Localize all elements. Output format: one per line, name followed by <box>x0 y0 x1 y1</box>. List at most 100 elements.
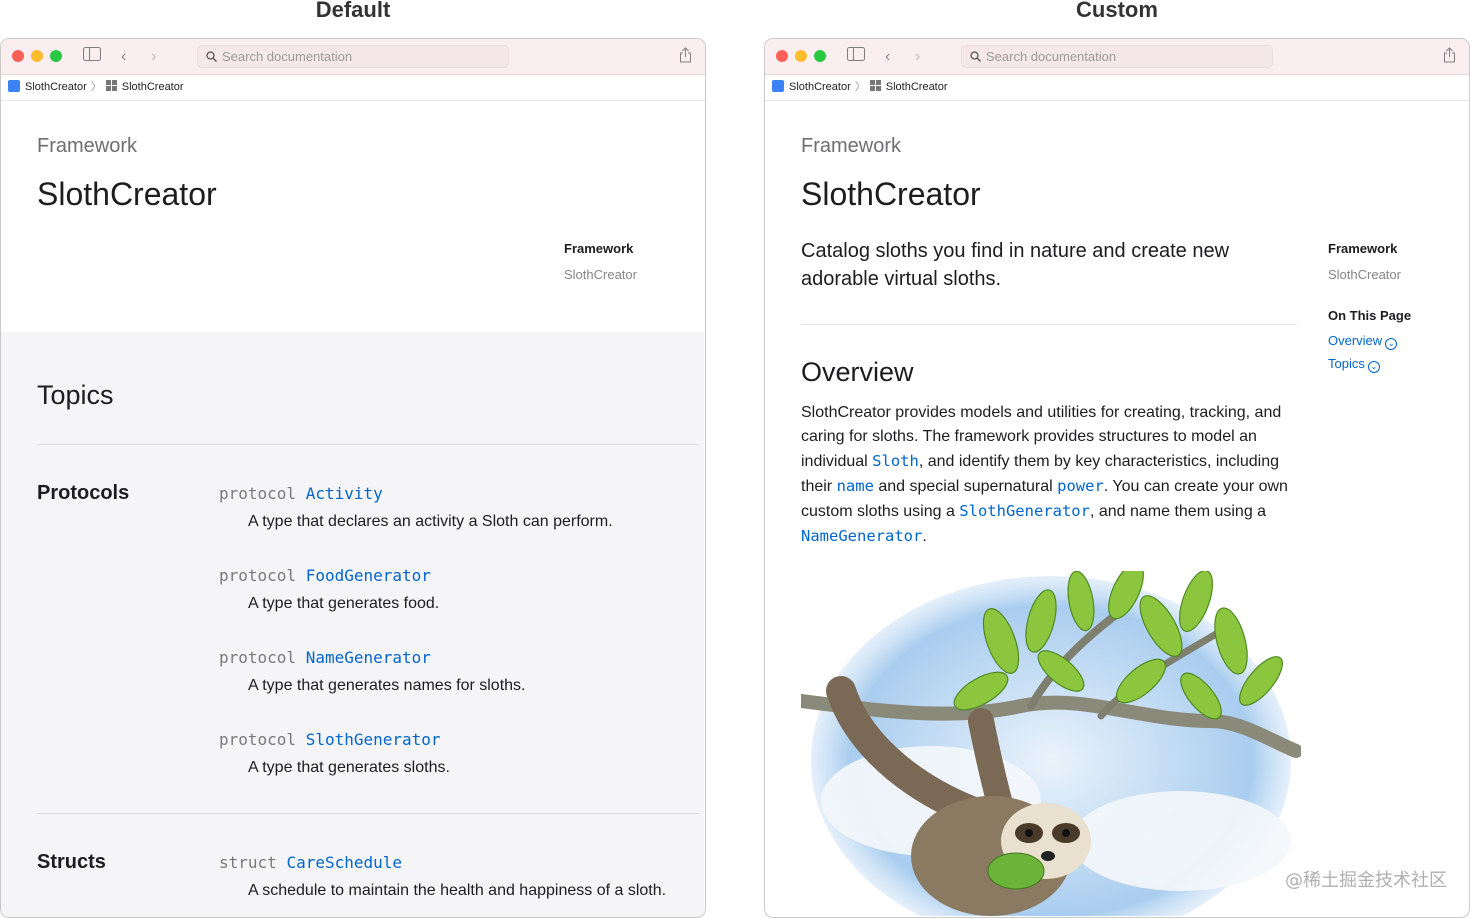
otp-link-label: Topics <box>1328 356 1365 371</box>
back-icon[interactable]: ‹ <box>121 47 126 67</box>
abstract-line: adorable virtual sloths. <box>801 268 1002 290</box>
on-this-page-overview-link[interactable]: Overview ⌄ <box>1328 333 1398 350</box>
text: their <box>801 478 837 495</box>
search-icon <box>970 46 981 69</box>
protocols-heading: Protocols <box>37 482 130 504</box>
close-window-button[interactable] <box>776 50 788 62</box>
search-placeholder: Search documentation <box>222 49 353 64</box>
breadcrumb: SlothCreator 〉 SlothCreator <box>1 75 705 101</box>
chevron-right-icon: 〉 <box>90 81 102 93</box>
symbol-link[interactable]: NameGenerator <box>801 527 922 545</box>
overview-line: individual Sloth, and identify them by k… <box>801 449 1301 474</box>
symbol-keyword: struct <box>219 853 277 872</box>
back-icon[interactable]: ‹ <box>885 47 890 67</box>
abstract-line: Catalog sloths you find in nature and cr… <box>801 240 1230 262</box>
forward-icon[interactable]: › <box>151 47 156 67</box>
search-field[interactable]: Search documentation <box>961 45 1273 68</box>
text: individual <box>801 453 873 470</box>
chevron-down-circle-icon: ⌄ <box>1367 361 1380 373</box>
symbol-link[interactable]: power <box>1057 477 1104 495</box>
page-abstract: Catalog sloths you find in nature and cr… <box>801 237 1229 293</box>
page-eyebrow: Framework <box>37 135 138 157</box>
page-eyebrow: Framework <box>801 135 902 157</box>
divider <box>801 324 1297 325</box>
forward-icon[interactable]: › <box>915 47 920 67</box>
overview-line: SlothCreator provides models and utiliti… <box>801 404 1282 421</box>
symbol-link[interactable]: CareSchedule <box>286 853 402 872</box>
topic-item: protocol Activity A type that declares a… <box>219 484 613 531</box>
breadcrumb-item[interactable]: SlothCreator <box>789 81 851 93</box>
toolbar: ‹ › Search documentation <box>765 39 1469 75</box>
watermark: @稀土掘金技术社区 <box>1285 870 1447 891</box>
breadcrumb-item[interactable]: SlothCreator <box>25 81 87 93</box>
text: , and name them using a <box>1089 503 1267 520</box>
sidebar-framework-value: SlothCreator <box>1328 267 1401 282</box>
page-title: SlothCreator <box>801 176 981 212</box>
minimize-window-button[interactable] <box>31 50 43 62</box>
window-default: ‹ › Search documentation SlothCreator 〉 Sl… <box>0 38 706 918</box>
symbol-keyword: protocol <box>219 730 297 749</box>
toolbar: ‹ › Search documentation <box>1 39 705 75</box>
close-window-button[interactable] <box>12 50 24 62</box>
chevron-right-icon: 〉 <box>854 81 866 93</box>
text: , and identify them by key characteristi… <box>918 453 1279 470</box>
minimize-window-button[interactable] <box>795 50 807 62</box>
search-field[interactable]: Search documentation <box>197 45 509 68</box>
symbol-link[interactable]: NameGenerator <box>306 648 431 667</box>
topic-item: protocol NameGenerator A type that gener… <box>219 648 526 695</box>
topic-item: struct CareSchedule A schedule to mainta… <box>219 853 666 900</box>
symbol-link[interactable]: Sloth <box>872 452 919 470</box>
symbol-description: A type that declares an activity a Sloth… <box>248 513 613 530</box>
symbol-keyword: protocol <box>219 484 297 503</box>
topic-item: protocol SlothGenerator A type that gene… <box>219 730 450 777</box>
symbol-description: A schedule to maintain the health and ha… <box>248 882 667 899</box>
share-icon[interactable] <box>679 47 692 69</box>
window-custom: ‹ › Search documentation SlothCreator 〉 Sl… <box>764 38 1470 918</box>
breadcrumb: SlothCreator 〉 SlothCreator <box>765 75 1469 101</box>
zoom-window-button[interactable] <box>814 50 826 62</box>
app-icon <box>772 80 784 92</box>
symbol-link[interactable]: SlothGenerator <box>959 502 1090 520</box>
breadcrumb-item[interactable]: SlothCreator <box>886 81 948 93</box>
text: and special supernatural <box>873 478 1058 495</box>
symbol-link[interactable]: FoodGenerator <box>306 566 431 585</box>
sidebar-framework-heading: Framework <box>1328 241 1398 256</box>
page-title: SlothCreator <box>37 176 217 212</box>
overview-body: SlothCreator provides models and utiliti… <box>801 401 1301 549</box>
text: . You can create your own <box>1103 478 1288 495</box>
on-this-page-heading: On This Page <box>1328 308 1412 323</box>
overview-line: caring for sloths. The framework provide… <box>801 428 1257 445</box>
zoom-window-button[interactable] <box>50 50 62 62</box>
framework-grid-icon <box>869 80 881 91</box>
overview-line: NameGenerator. <box>801 524 1301 549</box>
sidebar-framework-value: SlothCreator <box>564 267 637 282</box>
chevron-down-circle-icon: ⌄ <box>1385 338 1398 350</box>
app-icon <box>8 80 20 92</box>
breadcrumb-item[interactable]: SlothCreator <box>122 81 184 93</box>
divider <box>37 813 699 814</box>
text: custom sloths using a <box>801 503 960 520</box>
symbol-link[interactable]: name <box>837 477 874 495</box>
caption-default: Default <box>315 0 391 22</box>
sidebar-toggle-icon[interactable] <box>83 47 101 67</box>
symbol-keyword: protocol <box>219 648 297 667</box>
overview-line: custom sloths using a SlothGenerator, an… <box>801 499 1301 524</box>
on-this-page-topics-link[interactable]: Topics ⌄ <box>1328 356 1380 373</box>
symbol-description: A type that generates names for sloths. <box>248 677 526 694</box>
symbol-link[interactable]: Activity <box>306 484 383 503</box>
overview-line: their name and special supernatural powe… <box>801 474 1301 499</box>
search-placeholder: Search documentation <box>986 49 1117 64</box>
symbol-link[interactable]: SlothGenerator <box>306 730 441 749</box>
sidebar-framework-heading: Framework <box>564 241 634 256</box>
text: . <box>922 528 927 545</box>
sidebar-toggle-icon[interactable] <box>847 47 865 67</box>
share-icon[interactable] <box>1443 47 1456 69</box>
structs-heading: Structs <box>37 851 106 873</box>
caption-custom: Custom <box>1076 0 1158 22</box>
divider <box>37 444 699 445</box>
search-icon <box>206 46 217 69</box>
sloth-illustration <box>801 571 1301 916</box>
symbol-keyword: protocol <box>219 566 297 585</box>
topics-title: Topics <box>37 380 114 410</box>
symbol-description: A type that generates sloths. <box>248 759 450 776</box>
